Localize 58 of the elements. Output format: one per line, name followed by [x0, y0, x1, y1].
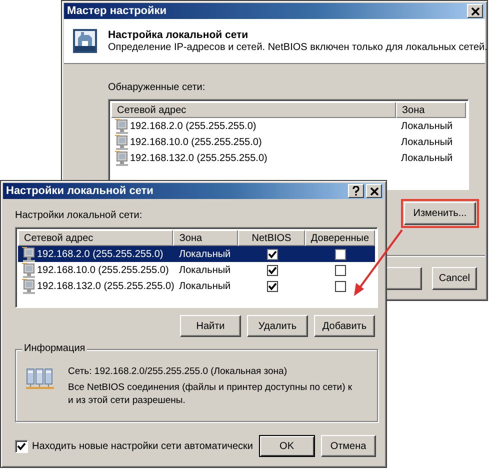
- column-header[interactable]: Доверенные: [304, 230, 375, 246]
- table-cell: 192.168.132.0 (255.255.255.0): [130, 152, 268, 164]
- action-button[interactable]: Удалить: [247, 315, 308, 337]
- checkbox[interactable]: [335, 280, 346, 292]
- network-icon: [115, 134, 129, 150]
- table-cell-text: Локальный: [178, 264, 232, 276]
- action-button[interactable]: Найти: [180, 315, 241, 337]
- table-cell: 192.168.10.0 (255.255.255.0): [37, 264, 169, 276]
- column-header[interactable]: Зона: [396, 102, 466, 118]
- info-description: Все NetBIOS соединения (файлы и принтер доступны по сети) к и из этой сети разрешены.: [68, 381, 352, 407]
- table-cell-text: Локальный: [178, 280, 232, 292]
- ok-button[interactable]: OK: [259, 435, 315, 457]
- help-button[interactable]: [348, 184, 364, 198]
- network-icon: [115, 150, 129, 166]
- close-icon: [370, 186, 378, 196]
- checkbox[interactable]: [267, 264, 278, 276]
- checkbox-label: Находить новые настройки сети автоматически: [32, 440, 254, 452]
- checkbox[interactable]: [335, 264, 346, 276]
- table-cell: 192.168.10.0 (255.255.255.0): [130, 136, 262, 148]
- help-icon: [351, 186, 361, 196]
- table-cell-text: Локальный: [178, 248, 232, 260]
- window-title: Мастер настройки: [67, 5, 167, 17]
- table-cell-text: Локальный: [400, 152, 454, 164]
- network-icon: [22, 278, 36, 294]
- checkbox[interactable]: [267, 280, 278, 292]
- checkbox[interactable]: [267, 248, 278, 260]
- checkbox[interactable]: [335, 248, 346, 260]
- action-button[interactable]: Добавить: [314, 315, 375, 337]
- table-cell-text: Локальный: [400, 120, 454, 132]
- checkbox[interactable]: [15, 440, 28, 452]
- list-label: Обнаруженные сети:: [108, 82, 206, 93]
- column-header[interactable]: Сетевой адрес: [18, 230, 174, 246]
- list-label: Настройки локальной сети:: [15, 210, 144, 221]
- network-icon: [115, 118, 129, 134]
- cancel-button[interactable]: Отмена: [320, 435, 376, 457]
- column-header[interactable]: NetBIOS: [238, 230, 305, 246]
- button[interactable]: [384, 267, 422, 290]
- close-icon: [470, 6, 480, 16]
- wizard-subheading: Определение IP-адресов и сетей. NetBIOS включен только для локальных сетей.: [108, 42, 488, 53]
- window-title: Настройки локальной сети: [6, 185, 154, 197]
- network-icon: [22, 262, 36, 278]
- close-button[interactable]: [467, 4, 483, 18]
- column-header[interactable]: Сетевой адрес: [111, 102, 396, 118]
- network-icon: [22, 246, 36, 262]
- cancel-button[interactable]: Cancel: [432, 267, 477, 290]
- table-cell: 192.168.2.0 (255.255.255.0): [37, 248, 164, 260]
- table-cell: 192.168.2.0 (255.255.255.0): [130, 120, 256, 132]
- group-title: Информация: [22, 343, 88, 354]
- computers-icon: [26, 367, 54, 389]
- edit-button[interactable]: Изменить...: [404, 202, 476, 225]
- table-cell: 192.168.132.0 (255.255.255.0): [37, 280, 174, 292]
- close-button[interactable]: [366, 184, 382, 198]
- wizard-heading: Настройка локальной сети: [108, 29, 250, 41]
- selected-row[interactable]: 192.168.2.0 (255.255.255.0) Локальный: [18, 246, 375, 262]
- building-icon: [72, 28, 98, 54]
- network-info: Сеть: 192.168.2.0/255.255.255.0 (Локальная зона): [68, 365, 288, 378]
- column-header[interactable]: Зона: [173, 230, 238, 246]
- table-cell-text: Локальный: [400, 136, 454, 148]
